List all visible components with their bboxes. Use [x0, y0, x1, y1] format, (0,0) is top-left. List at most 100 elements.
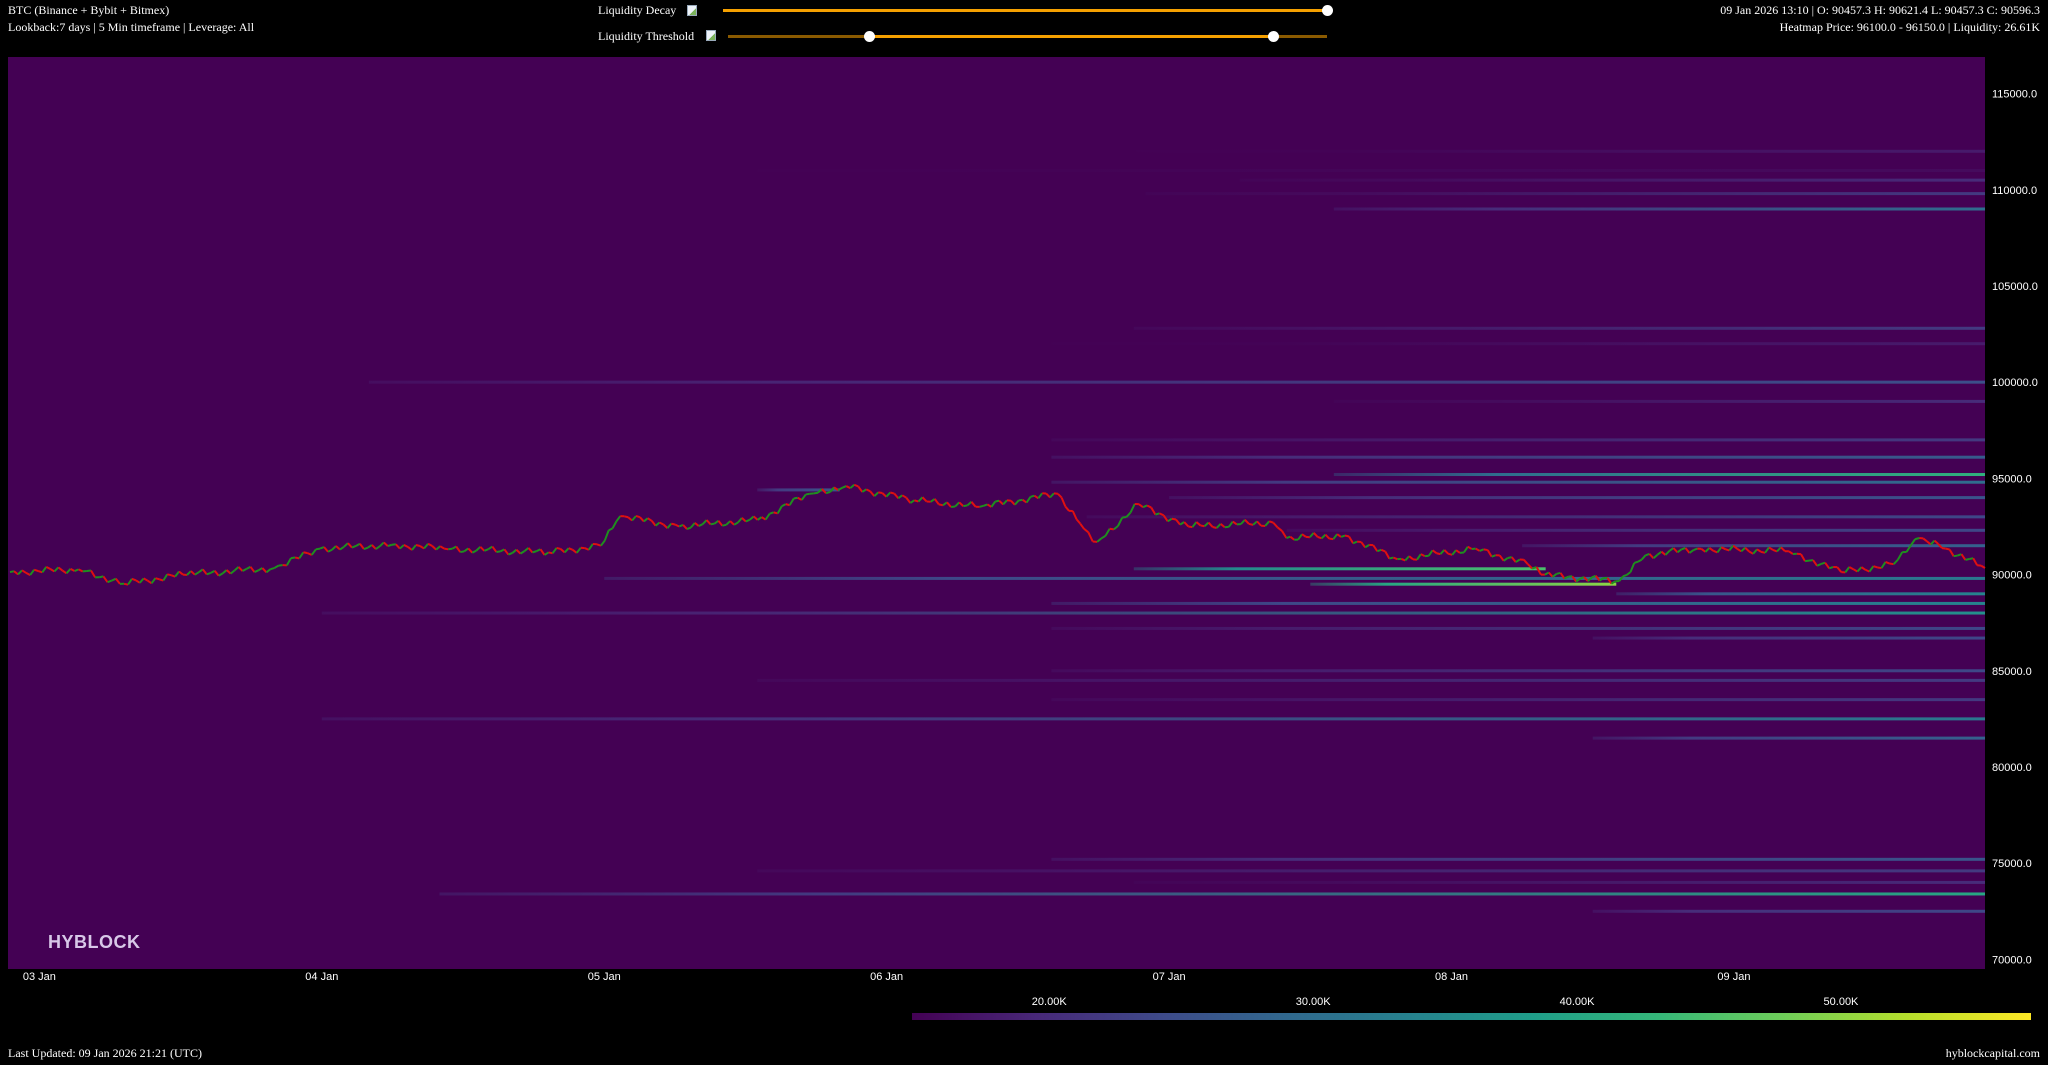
- liquidity-band[interactable]: [1333, 399, 1985, 403]
- price-candle: [1329, 537, 1334, 541]
- liquidity-band[interactable]: [1522, 544, 1985, 548]
- liquidity-band[interactable]: [757, 169, 1985, 173]
- price-candle: [805, 492, 810, 496]
- liquidity-band[interactable]: [1592, 909, 1985, 913]
- liquidity-band[interactable]: [1592, 636, 1985, 640]
- y-axis: 115000.0 110000.0 105000.0 100000.0 95000.0 9…: [1992, 89, 2038, 967]
- price-candle: [1941, 547, 1946, 550]
- liquidity-band[interactable]: [1051, 480, 1985, 484]
- price-candle: [825, 491, 831, 495]
- price-candle: [1914, 537, 1920, 541]
- price-candle: [1155, 512, 1160, 516]
- price-candle: [1340, 534, 1346, 538]
- price-candle: [1965, 558, 1970, 561]
- price-candle: [460, 550, 465, 554]
- price-candle: [1122, 516, 1127, 519]
- price-candle: [167, 573, 172, 577]
- liquidity-band[interactable]: [321, 717, 1985, 721]
- liquidity-band[interactable]: [1051, 455, 1985, 459]
- price-candle: [556, 546, 561, 550]
- liquidity-band[interactable]: [439, 892, 1986, 896]
- liquidity-band[interactable]: [1310, 582, 1617, 586]
- colorbar-tick-label: 20.00K: [1031, 996, 1067, 1008]
- liquidity-band[interactable]: [1333, 473, 1985, 477]
- liquidity-band[interactable]: [1333, 207, 1985, 211]
- price-candle: [1953, 554, 1958, 558]
- y-tick-label: 75000.0: [1992, 858, 2032, 870]
- x-tick-label: 05 Jan: [588, 971, 621, 983]
- liquidity-band[interactable]: [1239, 178, 1985, 182]
- price-candle: [278, 564, 283, 567]
- price-candle: [983, 503, 988, 507]
- price-candle: [793, 496, 798, 500]
- price-candle: [1622, 574, 1628, 578]
- liquidity-band[interactable]: [1135, 149, 1985, 153]
- price-candle: [1693, 547, 1698, 551]
- y-tick-label: 70000.0: [1992, 954, 2032, 966]
- price-candle: [686, 526, 692, 530]
- liquidity-band[interactable]: [1169, 496, 1985, 500]
- colorbar-tick-label: 40.00K: [1559, 996, 1595, 1008]
- price-candle: [1389, 556, 1394, 560]
- price-candle: [1945, 547, 1950, 551]
- colorbar: [912, 1013, 2031, 1020]
- price-candle: [1828, 566, 1834, 570]
- y-tick-label: 80000.0: [1992, 762, 2032, 774]
- liquidity-band[interactable]: [1086, 515, 1985, 519]
- price-candle: [1889, 562, 1894, 566]
- liquidity-band[interactable]: [1051, 669, 1985, 673]
- price-candle: [1344, 534, 1350, 538]
- liquidity-band[interactable]: [1133, 567, 1546, 571]
- price-candle: [890, 491, 895, 495]
- y-tick-label: 85000.0: [1992, 666, 2032, 678]
- liquidity-band[interactable]: [1051, 438, 1985, 442]
- x-tick-label: 09 Jan: [1717, 971, 1750, 983]
- liquidity-band[interactable]: [604, 576, 1986, 580]
- liquidity-band[interactable]: [1133, 880, 1985, 884]
- liquidity-heatmap-chart[interactable]: 115000.0 110000.0 105000.0 100000.0 95000.0 9…: [0, 0, 2048, 1000]
- price-candle: [290, 556, 296, 560]
- liquidity-band[interactable]: [1592, 736, 1985, 740]
- price-candle: [1804, 559, 1810, 563]
- liquidity-band[interactable]: [1145, 192, 1985, 196]
- price-candle: [635, 515, 641, 519]
- price-candle: [1376, 548, 1382, 553]
- colorbar-tick-label: 50.00K: [1823, 996, 1859, 1008]
- price-candle: [1633, 560, 1639, 564]
- price-candle: [963, 504, 968, 508]
- price-candle: [270, 567, 275, 571]
- y-tick-label: 100000.0: [1992, 377, 2038, 389]
- x-tick-label: 08 Jan: [1435, 971, 1468, 983]
- site-link[interactable]: hyblockcapital.com: [1946, 1046, 2040, 1061]
- liquidity-band[interactable]: [1051, 857, 1985, 861]
- price-candle: [448, 547, 453, 551]
- price-candle: [938, 503, 944, 507]
- liquidity-band[interactable]: [1051, 342, 1985, 346]
- liquidity-band[interactable]: [757, 678, 1985, 682]
- liquidity-band[interactable]: [757, 869, 1985, 873]
- price-candle: [155, 577, 160, 581]
- price-candle: [387, 543, 393, 548]
- liquidity-band[interactable]: [1286, 528, 1985, 532]
- price-candle: [1268, 520, 1274, 524]
- price-candle: [979, 504, 984, 508]
- price-candle: [1212, 526, 1217, 529]
- price-candle: [1109, 527, 1114, 531]
- price-candle: [878, 491, 883, 495]
- price-candle: [496, 550, 501, 553]
- price-candle: [995, 499, 1000, 503]
- liquidity-band[interactable]: [368, 380, 1985, 384]
- liquidity-band[interactable]: [1616, 592, 1985, 596]
- x-tick-label: 07 Jan: [1153, 971, 1186, 983]
- liquidity-band[interactable]: [1051, 626, 1985, 630]
- liquidity-band[interactable]: [1051, 601, 1985, 605]
- liquidity-band[interactable]: [757, 488, 840, 492]
- liquidity-band[interactable]: [1051, 698, 1985, 702]
- price-candle: [1286, 535, 1291, 539]
- last-updated: Last Updated: 09 Jan 2026 21:21 (UTC): [8, 1046, 202, 1060]
- price-candle: [532, 550, 537, 554]
- liquidity-band[interactable]: [1133, 326, 1985, 330]
- price-candle: [444, 547, 449, 551]
- price-candle: [363, 546, 369, 550]
- liquidity-band[interactable]: [321, 611, 1985, 615]
